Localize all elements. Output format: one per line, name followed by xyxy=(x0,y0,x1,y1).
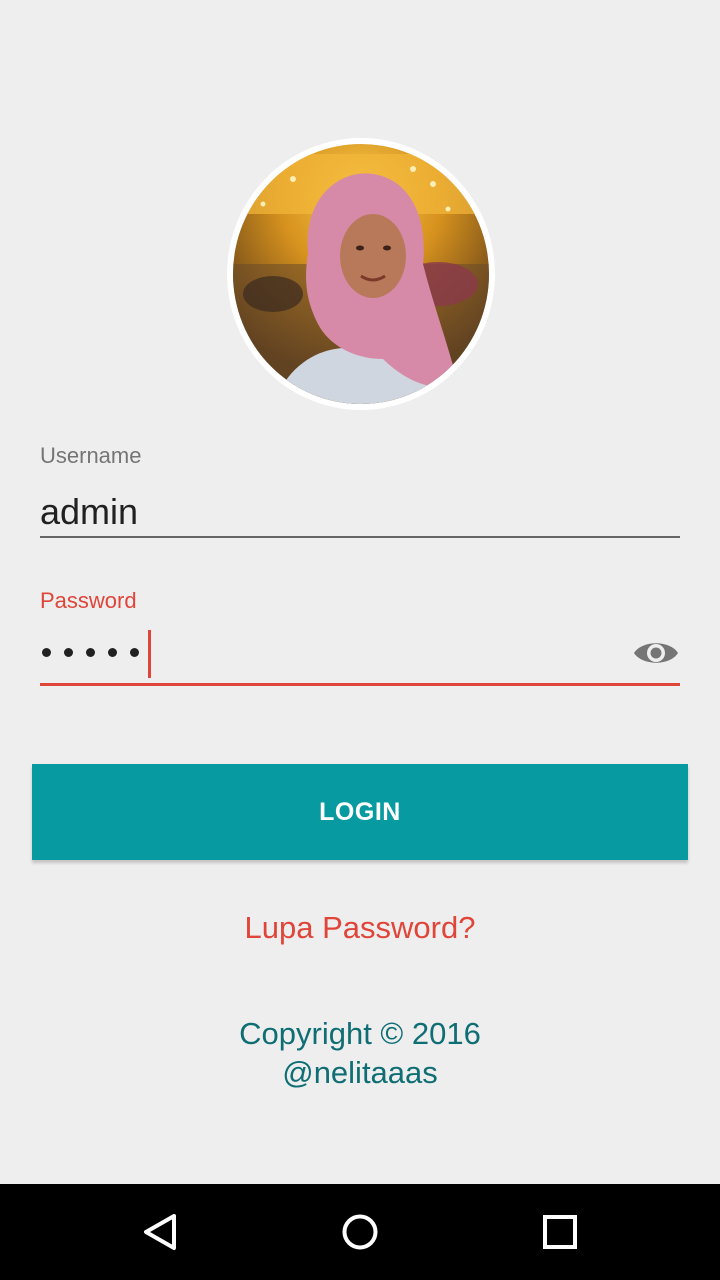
password-dot xyxy=(86,648,95,657)
copyright-text: Copyright © 2016 @nelitaaas xyxy=(0,1014,720,1092)
navigation-bar xyxy=(0,1184,720,1280)
username-label: Username xyxy=(40,443,142,468)
username-value: admin xyxy=(40,491,139,532)
password-field[interactable] xyxy=(40,628,680,686)
copyright-handle: @nelitaaas xyxy=(282,1055,438,1090)
password-label: Password xyxy=(40,588,137,613)
back-triangle-icon[interactable] xyxy=(136,1208,184,1256)
password-dot xyxy=(130,648,139,657)
copyright-line: Copyright © 2016 xyxy=(239,1016,481,1051)
text-cursor xyxy=(148,630,151,678)
password-mask xyxy=(42,648,139,657)
recent-apps-square-icon[interactable] xyxy=(536,1208,584,1256)
avatar-photo xyxy=(233,144,489,404)
username-field[interactable]: admin xyxy=(40,488,680,538)
avatar xyxy=(227,138,495,410)
password-dot xyxy=(42,648,51,657)
eye-icon[interactable] xyxy=(632,636,680,670)
home-circle-icon[interactable] xyxy=(336,1208,384,1256)
forgot-password-link[interactable]: Lupa Password? xyxy=(0,910,720,946)
password-dot xyxy=(108,648,117,657)
password-dot xyxy=(64,648,73,657)
login-screen: Username admin Password LOGIN Lupa Passw… xyxy=(0,0,720,1184)
login-button[interactable]: LOGIN xyxy=(32,764,688,860)
